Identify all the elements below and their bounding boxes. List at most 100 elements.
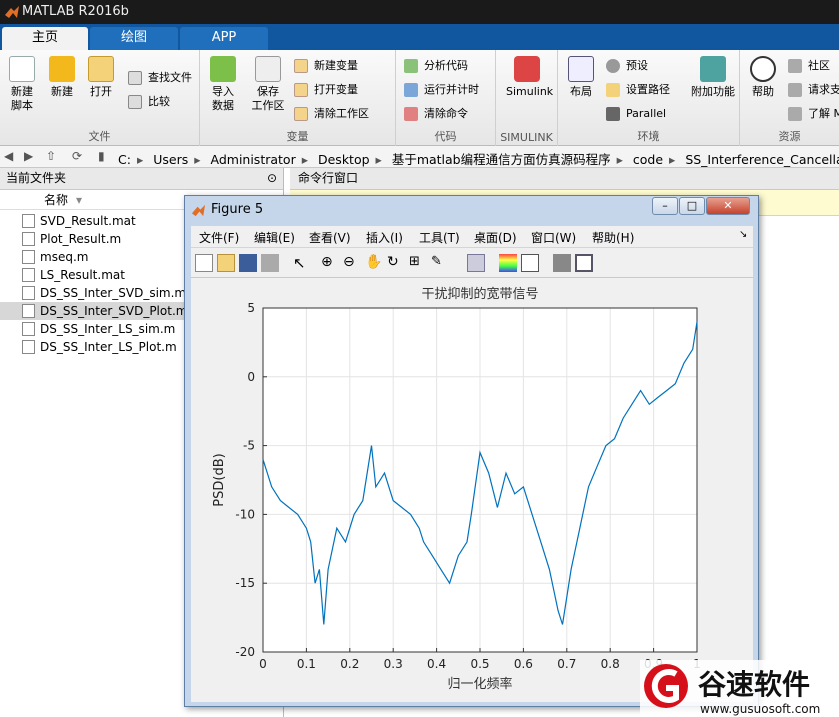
learn-matlab-button[interactable]: 了解 M: [788, 104, 839, 124]
menu-help[interactable]: 帮助(H): [592, 229, 634, 246]
menu-edit[interactable]: 编辑(E): [254, 229, 295, 246]
link-plot-icon[interactable]: [467, 254, 485, 272]
list-item[interactable]: DS_SS_Inter_LS_sim.m: [22, 320, 175, 338]
legend-icon[interactable]: [521, 254, 539, 272]
clear-commands-label: 清除命令: [424, 107, 468, 120]
x-tick-label: 0.8: [601, 657, 620, 671]
menu-file[interactable]: 文件(F): [199, 229, 239, 246]
find-files-label: 查找文件: [148, 71, 192, 84]
import-icon: [210, 56, 236, 82]
colorbar-icon[interactable]: [499, 254, 517, 272]
menu-window[interactable]: 窗口(W): [531, 229, 576, 246]
close-button[interactable]: ✕: [706, 197, 750, 215]
breadcrumb[interactable]: C: ▸ Users ▸ Administrator ▸ Desktop ▸ 基于mat…: [118, 149, 839, 168]
set-path-button[interactable]: 设置路径: [606, 80, 670, 100]
analyze-code-button[interactable]: 分析代码: [404, 56, 468, 76]
ribbon-group-variable: 导入 数据 保存 工作区 新建变量 打开变量 清除工作区 变量: [200, 50, 396, 146]
pan-icon[interactable]: ✋: [365, 254, 383, 272]
breadcrumb-current[interactable]: SS_Interference_Cancellation: [685, 152, 839, 167]
data-cursor-icon[interactable]: ⊞: [409, 254, 427, 272]
maximize-button[interactable]: □: [679, 197, 705, 215]
compare-button[interactable]: 比较: [128, 92, 170, 112]
new-script-button[interactable]: 新建 脚本: [3, 56, 41, 113]
ribbon: 新建 脚本 新建 打开 查找文件 比较 文件 导入 数据 保存 工作区 新建变量…: [0, 50, 839, 146]
list-item[interactable]: mseq.m: [22, 248, 88, 266]
breadcrumb-code[interactable]: code: [633, 152, 663, 167]
find-files-button[interactable]: 查找文件: [128, 68, 192, 88]
clear-workspace-button[interactable]: 清除工作区: [294, 104, 369, 124]
community-button[interactable]: 社区: [788, 56, 830, 76]
group-label-environment: 环境: [637, 130, 660, 143]
clear-commands-button[interactable]: 清除命令: [404, 104, 468, 124]
list-item[interactable]: LS_Result.mat: [22, 266, 125, 284]
open-button[interactable]: 打开: [82, 56, 120, 99]
minimize-button[interactable]: –: [652, 197, 678, 215]
sort-icon: ▾: [76, 193, 83, 207]
hide-plot-tools-icon[interactable]: [553, 254, 571, 272]
show-plot-tools-icon[interactable]: [575, 254, 593, 272]
new-figure-icon[interactable]: [195, 254, 213, 272]
print-icon[interactable]: [261, 254, 279, 272]
psd-chart[interactable]: 00.10.20.30.40.50.60.70.80.9150-5-10-15-…: [191, 278, 753, 702]
addons-button[interactable]: 附加功能: [690, 56, 736, 99]
tab-apps[interactable]: APP: [180, 27, 268, 50]
list-item[interactable]: SVD_Result.mat: [22, 212, 136, 230]
breadcrumb-project[interactable]: 基于matlab编程通信方面仿真源码程序: [392, 152, 611, 167]
request-support-button[interactable]: 请求支: [788, 80, 839, 100]
menu-view[interactable]: 查看(V): [309, 229, 351, 246]
run-and-time-button[interactable]: 运行并计时: [404, 80, 479, 100]
simulink-button[interactable]: Simulink: [506, 56, 553, 99]
tab-home[interactable]: 主页: [2, 27, 88, 50]
parallel-button[interactable]: Parallel: [606, 104, 666, 124]
save-workspace-button[interactable]: 保存 工作区: [246, 56, 290, 113]
brush-icon[interactable]: ✎: [431, 254, 449, 272]
ribbon-group-file: 新建 脚本 新建 打开 查找文件 比较 文件: [0, 50, 200, 146]
current-folder-header: 当前文件夹 ⊙: [0, 168, 283, 190]
tab-plots[interactable]: 绘图: [90, 27, 178, 50]
new-button[interactable]: 新建: [43, 56, 81, 99]
group-label-file: 文件: [88, 130, 111, 143]
plot-area[interactable]: 00.10.20.30.40.50.60.70.80.9150-5-10-15-…: [191, 278, 753, 702]
figure-window[interactable]: Figure 5 – □ ✕ 文件(F) 编辑(E) 查看(V) 插入(I) 工…: [184, 195, 759, 707]
open-variable-button[interactable]: 打开变量: [294, 80, 358, 100]
back-icon[interactable]: ◀: [4, 149, 13, 163]
browse-folder-icon[interactable]: ⟳: [72, 149, 82, 163]
run-and-time-icon: [404, 83, 418, 97]
up-folder-icon[interactable]: ⇧: [46, 149, 56, 163]
x-tick-label: 0.1: [297, 657, 316, 671]
panel-menu-icon[interactable]: ⊙: [267, 168, 277, 189]
layout-button[interactable]: 布局: [562, 56, 600, 99]
open-file-icon[interactable]: [217, 254, 235, 272]
import-data-button[interactable]: 导入 数据: [204, 56, 242, 113]
help-button[interactable]: 帮助: [744, 56, 782, 99]
save-icon[interactable]: [239, 254, 257, 272]
preferences-button[interactable]: 预设: [606, 56, 648, 76]
zoom-out-icon[interactable]: ⊖: [343, 254, 361, 272]
rotate-icon[interactable]: ↻: [387, 254, 405, 272]
run-and-time-label: 运行并计时: [424, 83, 479, 96]
forward-icon[interactable]: ▶: [24, 149, 33, 163]
menu-insert[interactable]: 插入(I): [366, 229, 403, 246]
group-label-variable: 变量: [286, 130, 309, 143]
pointer-icon[interactable]: ↖: [293, 254, 311, 272]
list-item[interactable]: DS_SS_Inter_LS_Plot.m: [22, 338, 177, 356]
menu-tools[interactable]: 工具(T): [419, 229, 460, 246]
breadcrumb-drive[interactable]: C:: [118, 152, 131, 167]
y-tick-label: -20: [235, 645, 255, 659]
menu-dock-icon[interactable]: ↘: [739, 229, 747, 240]
x-tick-label: 0.5: [470, 657, 489, 671]
breadcrumb-administrator[interactable]: Administrator: [211, 152, 296, 167]
help-icon: [750, 56, 776, 82]
breadcrumb-desktop[interactable]: Desktop: [318, 152, 370, 167]
list-item[interactable]: Plot_Result.m: [22, 230, 121, 248]
breadcrumb-users[interactable]: Users: [153, 152, 188, 167]
menu-desktop[interactable]: 桌面(D): [474, 229, 517, 246]
new-variable-button[interactable]: 新建变量: [294, 56, 358, 76]
svg-text:谷速软件: 谷速软件: [698, 668, 810, 701]
open-label: 打开: [90, 85, 112, 98]
list-item[interactable]: DS_SS_Inter_SVD_sim.m: [22, 284, 186, 302]
m-file-icon: [22, 250, 35, 264]
name-column-header[interactable]: 名称: [44, 190, 68, 210]
zoom-in-icon[interactable]: ⊕: [321, 254, 339, 272]
y-tick-label: -10: [235, 507, 255, 521]
